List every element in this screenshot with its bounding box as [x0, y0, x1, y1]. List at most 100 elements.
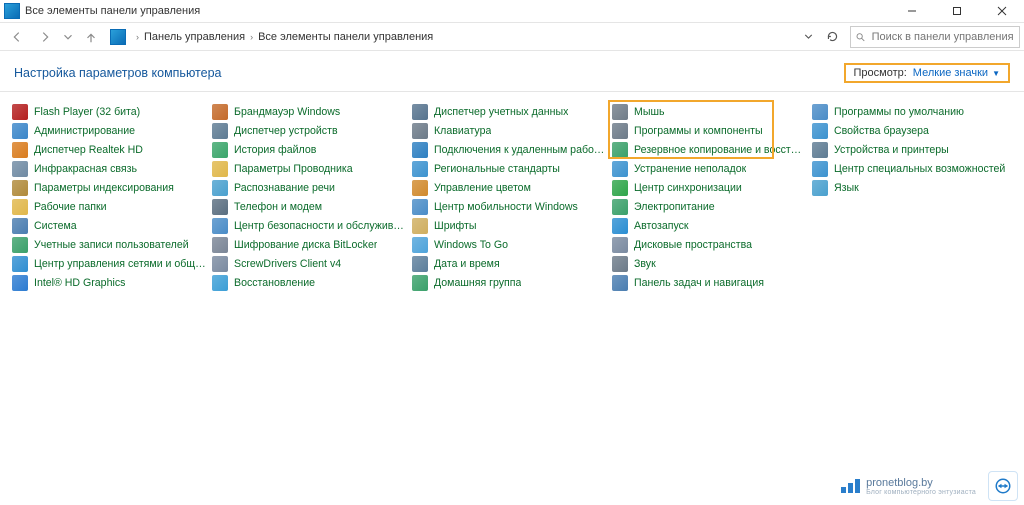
- breadcrumb-current[interactable]: Все элементы панели управления: [258, 31, 433, 43]
- item-icon: [12, 180, 28, 196]
- cp-item[interactable]: Мышь: [612, 102, 812, 121]
- item-label: Звук: [634, 258, 656, 270]
- page-title: Настройка параметров компьютера: [14, 66, 221, 80]
- item-icon: [612, 237, 628, 253]
- item-label: Восстановление: [234, 277, 315, 289]
- cp-item[interactable]: Intel® HD Graphics: [12, 273, 212, 292]
- item-label: Программы по умолчанию: [834, 106, 964, 118]
- cp-item[interactable]: Центр синхронизации: [612, 178, 812, 197]
- item-icon: [212, 123, 228, 139]
- back-button[interactable]: [4, 25, 30, 49]
- cp-item[interactable]: Центр безопасности и обслужива...: [212, 216, 412, 235]
- item-icon: [612, 256, 628, 272]
- cp-item[interactable]: Система: [12, 216, 212, 235]
- view-value: Мелкие значки: [913, 67, 988, 79]
- watermark-site: pronetblog.by: [866, 477, 933, 489]
- item-label: Программы и компоненты: [634, 125, 763, 137]
- item-icon: [412, 161, 428, 177]
- item-label: Региональные стандарты: [434, 163, 560, 175]
- breadcrumb-root[interactable]: Панель управления: [144, 31, 245, 43]
- item-icon: [12, 275, 28, 291]
- cp-item[interactable]: Распознавание речи: [212, 178, 412, 197]
- cp-item[interactable]: Панель задач и навигация: [612, 273, 812, 292]
- item-label: Центр управления сетями и общи...: [34, 258, 206, 270]
- cp-item[interactable]: История файлов: [212, 140, 412, 159]
- chevron-down-icon: ▼: [992, 69, 1000, 78]
- forward-button[interactable]: [32, 25, 58, 49]
- view-label: Просмотр:: [854, 67, 907, 79]
- cp-item[interactable]: Подключения к удаленным рабоч...: [412, 140, 612, 159]
- item-icon: [12, 256, 28, 272]
- item-icon: [812, 104, 828, 120]
- control-panel-icon: [110, 29, 126, 45]
- item-label: Инфракрасная связь: [34, 163, 137, 175]
- search-box[interactable]: [850, 26, 1020, 48]
- address-bar: › Панель управления › Все элементы панел…: [0, 22, 1024, 51]
- cp-item[interactable]: Брандмауэр Windows: [212, 102, 412, 121]
- cp-item[interactable]: Телефон и модем: [212, 197, 412, 216]
- cp-item[interactable]: Параметры Проводника: [212, 159, 412, 178]
- breadcrumb[interactable]: › Панель управления › Все элементы панел…: [106, 26, 794, 48]
- cp-item[interactable]: Региональные стандарты: [412, 159, 612, 178]
- item-icon: [412, 180, 428, 196]
- cp-item[interactable]: Автозапуск: [612, 216, 812, 235]
- search-input[interactable]: [870, 30, 1015, 44]
- item-label: Управление цветом: [434, 182, 531, 194]
- cp-item[interactable]: Диспетчер устройств: [212, 121, 412, 140]
- cp-item[interactable]: Устройства и принтеры: [812, 140, 1012, 159]
- close-button[interactable]: [979, 0, 1024, 22]
- cp-item[interactable]: ScrewDrivers Client v4: [212, 254, 412, 273]
- cp-item[interactable]: Дисковые пространства: [612, 235, 812, 254]
- address-dropdown-button[interactable]: [796, 26, 820, 48]
- cp-item[interactable]: Программы по умолчанию: [812, 102, 1012, 121]
- refresh-button[interactable]: [820, 26, 844, 48]
- cp-item[interactable]: Шифрование диска BitLocker: [212, 235, 412, 254]
- cp-item[interactable]: Шрифты: [412, 216, 612, 235]
- cp-item[interactable]: Диспетчер Realtek HD: [12, 140, 212, 159]
- cp-item[interactable]: Дата и время: [412, 254, 612, 273]
- item-label: Панель задач и навигация: [634, 277, 764, 289]
- cp-item[interactable]: Резервное копирование и восстан...: [612, 140, 812, 159]
- cp-item[interactable]: Windows To Go: [412, 235, 612, 254]
- cp-item[interactable]: Инфракрасная связь: [12, 159, 212, 178]
- item-icon: [212, 256, 228, 272]
- item-icon: [412, 218, 428, 234]
- item-label: Резервное копирование и восстан...: [634, 144, 806, 156]
- item-label: Язык: [834, 182, 859, 194]
- cp-item[interactable]: Звук: [612, 254, 812, 273]
- cp-item[interactable]: Центр мобильности Windows: [412, 197, 612, 216]
- cp-item[interactable]: Параметры индексирования: [12, 178, 212, 197]
- cp-item[interactable]: Управление цветом: [412, 178, 612, 197]
- view-selector[interactable]: Просмотр: Мелкие значки ▼: [844, 63, 1011, 83]
- item-icon: [12, 218, 28, 234]
- recent-locations-button[interactable]: [60, 25, 76, 49]
- cp-item[interactable]: Центр управления сетями и общи...: [12, 254, 212, 273]
- maximize-button[interactable]: [934, 0, 979, 22]
- cp-item[interactable]: Центр специальных возможностей: [812, 159, 1012, 178]
- minimize-button[interactable]: [889, 0, 934, 22]
- item-label: Windows To Go: [434, 239, 508, 251]
- cp-item[interactable]: Устранение неполадок: [612, 159, 812, 178]
- cp-item[interactable]: Рабочие папки: [12, 197, 212, 216]
- watermark: pronetblog.by Блог компьютерного энтузиа…: [841, 471, 1018, 501]
- item-label: История файлов: [234, 144, 316, 156]
- item-icon: [212, 180, 228, 196]
- cp-item[interactable]: Язык: [812, 178, 1012, 197]
- cp-item[interactable]: Администрирование: [12, 121, 212, 140]
- item-icon: [612, 218, 628, 234]
- cp-item[interactable]: Домашняя группа: [412, 273, 612, 292]
- cp-item[interactable]: Учетные записи пользователей: [12, 235, 212, 254]
- item-label: Клавиатура: [434, 125, 491, 137]
- cp-item[interactable]: Программы и компоненты: [612, 121, 812, 140]
- cp-item[interactable]: Диспетчер учетных данных: [412, 102, 612, 121]
- cp-item[interactable]: Свойства браузера: [812, 121, 1012, 140]
- cp-item[interactable]: Клавиатура: [412, 121, 612, 140]
- item-label: Мышь: [634, 106, 664, 118]
- cp-item[interactable]: Flash Player (32 бита): [12, 102, 212, 121]
- item-label: Диспетчер устройств: [234, 125, 338, 137]
- item-icon: [612, 123, 628, 139]
- up-button[interactable]: [78, 25, 104, 49]
- cp-item[interactable]: Восстановление: [212, 273, 412, 292]
- chevron-right-icon: ›: [131, 32, 144, 42]
- cp-item[interactable]: Электропитание: [612, 197, 812, 216]
